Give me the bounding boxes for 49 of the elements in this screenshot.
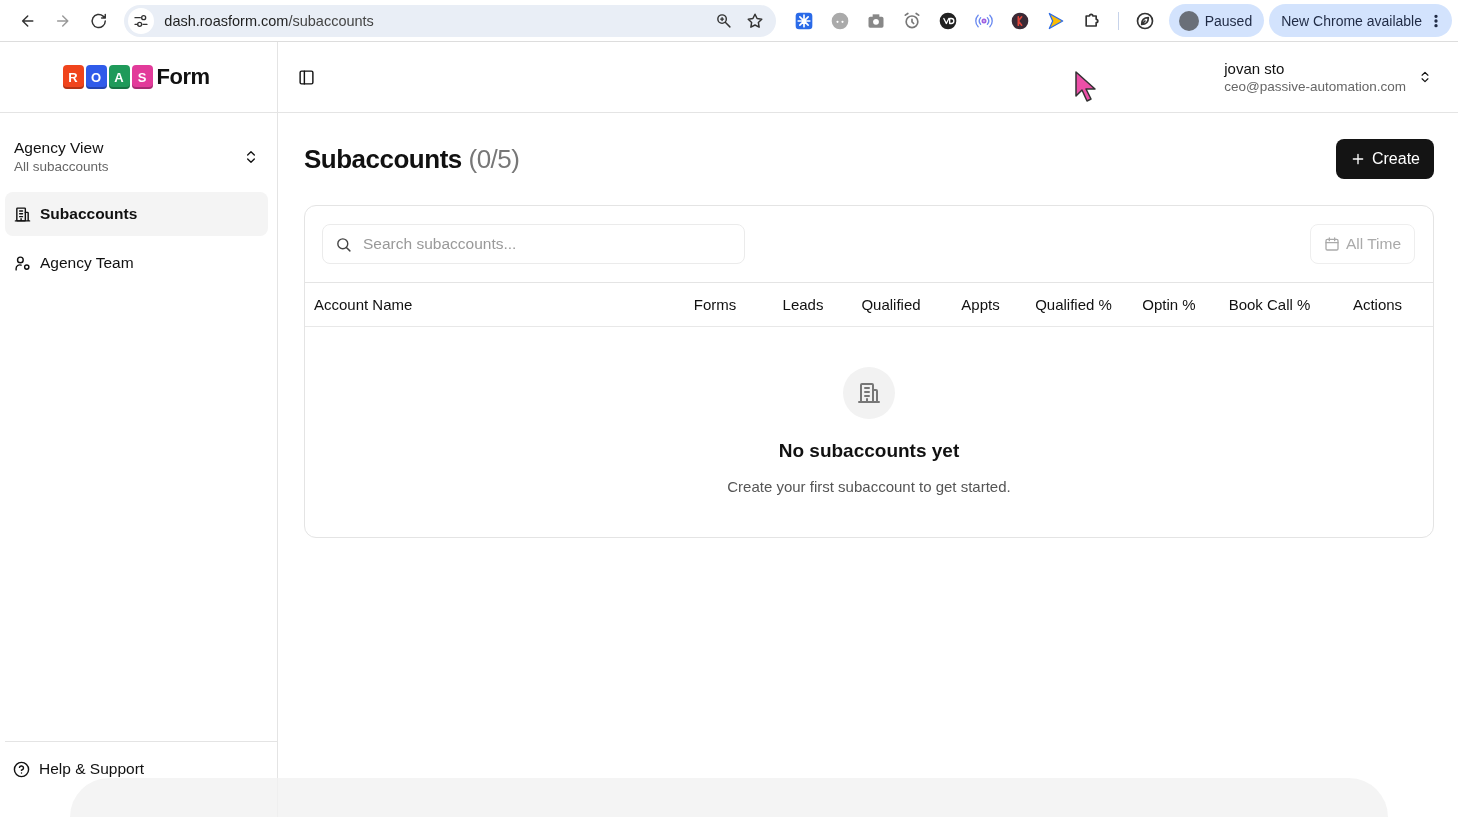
- site-settings-icon[interactable]: [133, 12, 150, 29]
- building-icon: [857, 381, 881, 405]
- page-title: Subaccounts (0/5): [304, 143, 520, 175]
- cursor-icon: [1074, 70, 1098, 104]
- column-header: Book Call %: [1227, 296, 1312, 313]
- logo-tile: S: [131, 65, 153, 89]
- logo-tile: R: [62, 65, 84, 89]
- column-header: Appts: [960, 296, 1001, 313]
- logo[interactable]: R O A S Form: [62, 64, 210, 90]
- avatar-icon: [1178, 10, 1199, 31]
- column-header: Leads: [781, 296, 825, 313]
- update-button[interactable]: New Chrome available: [1269, 4, 1452, 37]
- view-switcher[interactable]: Agency View All subaccounts: [14, 139, 259, 174]
- create-button[interactable]: Create: [1335, 139, 1434, 179]
- column-header: Qualified %: [1034, 296, 1113, 313]
- snowflake-icon[interactable]: [793, 10, 814, 31]
- user-name: jovan sto: [1224, 60, 1286, 77]
- user-menu[interactable]: jovan sto ceo@passive-automation.com: [1224, 60, 1432, 94]
- team-icon: [14, 254, 31, 272]
- zoom-icon[interactable]: [714, 12, 732, 29]
- column-header: Account Name: [313, 296, 414, 313]
- user-email: ceo@passive-automation.com: [1224, 79, 1406, 94]
- column-header: Forms: [692, 296, 738, 313]
- url-text: dash.roasform.com/subaccounts: [164, 12, 375, 29]
- view-subtitle: All subaccounts: [14, 159, 109, 174]
- sidebar-toggle-icon[interactable]: [298, 68, 315, 86]
- building-icon: [14, 205, 31, 223]
- circle-logo-icon[interactable]: [937, 10, 958, 31]
- reload-icon[interactable]: [89, 11, 108, 30]
- star-icon[interactable]: [745, 11, 764, 30]
- sidebar-item[interactable]: Subaccounts: [5, 192, 268, 236]
- search-field[interactable]: Search subaccounts...: [322, 224, 745, 264]
- address-bar[interactable]: dash.roasform.com/subaccounts: [124, 4, 776, 37]
- column-header: Actions: [1351, 296, 1404, 313]
- empty-message: Create your first subaccount to get started.: [727, 478, 1011, 495]
- help-link[interactable]: Help & Support: [5, 760, 277, 778]
- sidebar-item[interactable]: Agency Team: [5, 241, 268, 285]
- logo-text: Form: [156, 64, 210, 90]
- view-title: Agency View: [14, 139, 105, 157]
- logo-tile: O: [85, 65, 107, 89]
- calendar-icon: [1323, 236, 1340, 252]
- letter-circle-icon[interactable]: [1009, 10, 1030, 31]
- empty-title: No subaccounts yet: [778, 440, 960, 462]
- column-header: Optin %: [1141, 296, 1197, 313]
- leaf-icon[interactable]: [1134, 10, 1155, 31]
- logo-tile: A: [108, 65, 130, 89]
- help-icon: [13, 760, 30, 778]
- column-header: Qualified: [860, 296, 922, 313]
- profile-button[interactable]: Paused: [1168, 4, 1265, 37]
